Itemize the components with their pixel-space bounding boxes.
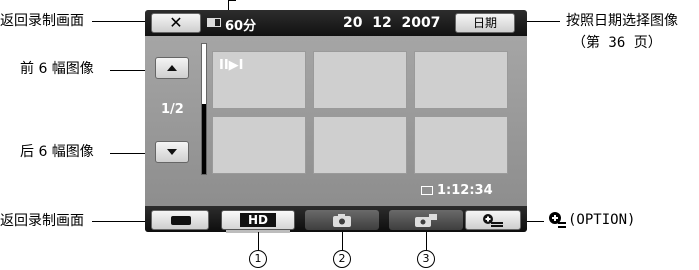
option-button[interactable]	[465, 210, 521, 230]
prev-page-button[interactable]	[155, 57, 189, 79]
callout-select-by-date: 按照日期选择图像	[566, 13, 678, 29]
callout-back-to-record-top: 返回录制画面	[0, 13, 84, 29]
camera-mode-button[interactable]	[151, 210, 209, 230]
tab-playlist[interactable]	[389, 210, 463, 230]
hd-icon: HD	[240, 213, 276, 227]
leader-line	[342, 232, 343, 252]
close-button[interactable]: ✕	[151, 13, 201, 33]
scrollbar-thumb[interactable]	[202, 104, 206, 174]
date-button[interactable]: 日期	[455, 13, 515, 33]
thumbnail-5[interactable]	[313, 116, 407, 174]
tab-photo[interactable]	[305, 210, 379, 230]
up-arrow-icon	[167, 65, 177, 71]
marker-1: 1	[249, 250, 267, 268]
thumbnail-6[interactable]	[414, 116, 508, 174]
marker-3: 3	[417, 250, 435, 268]
battery-icon	[207, 18, 221, 27]
page-indicator: 1/2	[161, 102, 184, 117]
option-label: (OPTION)	[568, 212, 636, 228]
record-icon	[171, 216, 191, 225]
next-page-button[interactable]	[155, 141, 189, 163]
play-position-marker: II▶I	[219, 58, 244, 73]
scrollbar[interactable]	[201, 43, 207, 175]
tab-hd-movie[interactable]: HD	[221, 210, 295, 233]
lcd-screen: ✕ 60分 20 12 2007 日期 1/2 II▶I 1:12:34 HD	[145, 10, 527, 233]
down-arrow-icon	[167, 149, 177, 155]
callout-page-ref: （第 36 页）	[572, 35, 662, 51]
marker-2: 2	[333, 250, 351, 268]
leader-line	[258, 232, 259, 252]
leader-line	[92, 221, 152, 222]
film-icon	[421, 186, 433, 195]
option-icon	[548, 211, 566, 229]
bottom-bar: HD	[145, 206, 527, 233]
leader-line	[228, 0, 236, 1]
close-icon: ✕	[169, 13, 183, 32]
thumbnail-1[interactable]: II▶I	[212, 51, 306, 109]
thumbnail-2[interactable]	[313, 51, 407, 109]
camera-card-icon	[415, 214, 437, 227]
thumbnail-4[interactable]	[212, 116, 306, 174]
date-display: 20 12 2007	[343, 15, 441, 31]
thumbnail-3[interactable]	[414, 51, 508, 109]
top-bar: ✕ 60分 20 12 2007 日期	[145, 10, 527, 36]
camera-icon	[333, 214, 351, 227]
option-button-icon	[483, 214, 503, 227]
time-counter: 1:12:34	[437, 183, 493, 198]
battery-remaining: 60分	[225, 19, 257, 34]
callout-prev-six: 前 6 幅图像	[20, 61, 94, 77]
leader-line	[426, 232, 427, 252]
callout-next-six: 后 6 幅图像	[20, 144, 94, 160]
callout-back-to-record-bottom: 返回录制画面	[0, 213, 84, 229]
leader-line	[92, 21, 152, 22]
